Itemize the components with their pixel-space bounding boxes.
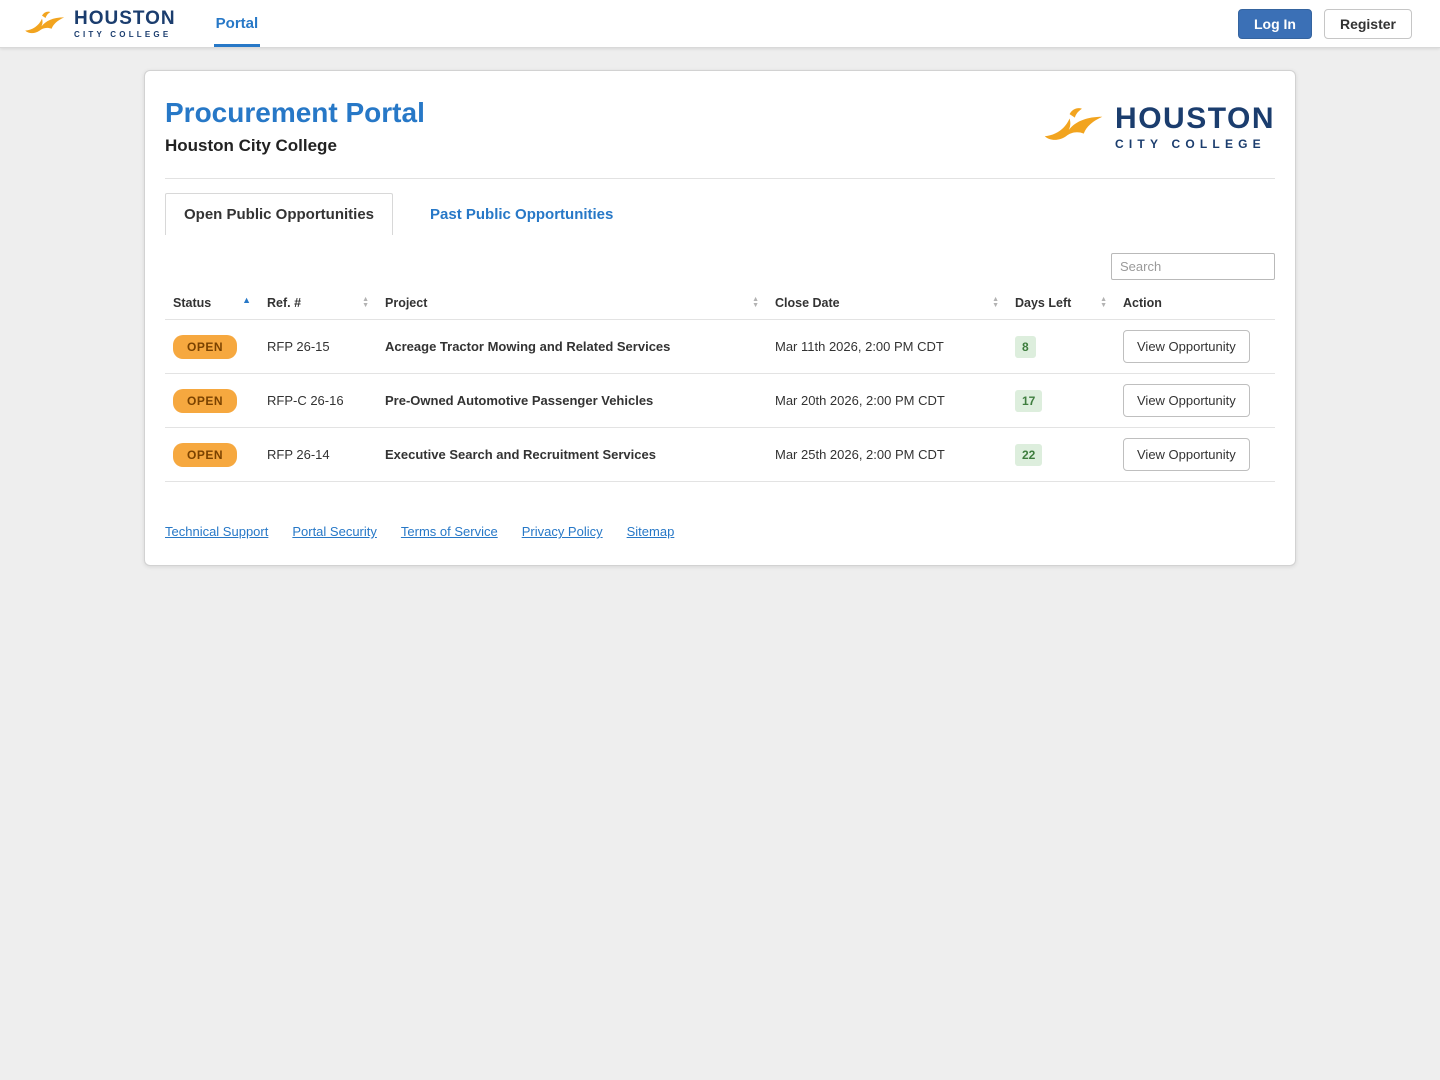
close-date: Mar 11th 2026, 2:00 PM CDT	[775, 339, 944, 354]
privacy-policy-link[interactable]: Privacy Policy	[522, 524, 603, 539]
page-subtitle: Houston City College	[165, 136, 337, 155]
status-badge: OPEN	[173, 334, 238, 359]
column-label: Ref. #	[267, 296, 302, 310]
topbar-logo[interactable]: HOUSTON CITY COLLEGE	[24, 0, 176, 47]
ref-number: RFP 26-15	[267, 339, 330, 354]
table-row: OPEN RFP 26-15 Acreage Tractor Mowing an…	[165, 319, 1275, 374]
sort-icon[interactable]: ▲ ▼	[752, 296, 759, 309]
column-label: Days Left	[1015, 296, 1072, 310]
tab-open-public-opportunities[interactable]: Open Public Opportunities	[165, 193, 394, 235]
register-button[interactable]: Register	[1323, 8, 1412, 39]
card-logo: HOUSTON CITY COLLEGE	[1043, 101, 1275, 151]
view-opportunity-button[interactable]: View Opportunity	[1123, 330, 1250, 363]
procurement-portal-card: Procurement Portal Houston City College …	[144, 70, 1296, 566]
project-name: Executive Search and Recruitment Service…	[385, 447, 656, 462]
status-badge: OPEN	[173, 442, 238, 467]
project-name: Acreage Tractor Mowing and Related Servi…	[385, 339, 671, 354]
ref-number: RFP-C 26-16	[267, 393, 344, 408]
days-left-badge: 22	[1015, 443, 1043, 466]
close-date: Mar 25th 2026, 2:00 PM CDT	[775, 447, 945, 462]
sort-icon[interactable]: ▲ ▼	[362, 296, 369, 309]
days-left-badge: 17	[1015, 389, 1043, 412]
column-label: Action	[1123, 296, 1162, 310]
search-input[interactable]	[1111, 253, 1275, 280]
column-header-days-left[interactable]: Days Left ▲ ▼	[1007, 288, 1115, 320]
eagle-logo-icon	[24, 10, 66, 38]
topbar-brand-text: HOUSTON CITY COLLEGE	[74, 9, 176, 39]
auth-buttons: Log In Register	[1237, 0, 1412, 47]
terms-of-service-link[interactable]: Terms of Service	[401, 524, 498, 539]
sort-icon[interactable]: ▲ ▼	[992, 296, 999, 309]
column-header-ref[interactable]: Ref. # ▲ ▼	[259, 288, 377, 320]
tab-past-public-opportunities[interactable]: Past Public Opportunities	[411, 193, 633, 235]
nav-portal-link[interactable]: Portal	[213, 3, 261, 47]
search-row	[165, 253, 1275, 280]
project-name: Pre-Owned Automotive Passenger Vehicles	[385, 393, 654, 408]
brand-tagline: CITY COLLEGE	[74, 29, 172, 39]
opportunities-table: Status ▲ Ref. # ▲ ▼ Project ▲ ▼ Close Da…	[165, 288, 1275, 482]
table-row: OPEN RFP-C 26-16 Pre-Owned Automotive Pa…	[165, 373, 1275, 428]
top-navigation: Portal	[213, 0, 261, 47]
title-block: Procurement Portal Houston City College	[165, 97, 425, 156]
view-opportunity-button[interactable]: View Opportunity	[1123, 384, 1250, 417]
table-header-row: Status ▲ Ref. # ▲ ▼ Project ▲ ▼ Close Da…	[165, 288, 1275, 320]
card-brand-text: HOUSTON CITY COLLEGE	[1115, 101, 1275, 151]
topbar: HOUSTON CITY COLLEGE Portal Log In Regis…	[0, 0, 1440, 48]
column-label: Status	[173, 296, 212, 310]
close-date: Mar 20th 2026, 2:00 PM CDT	[775, 393, 945, 408]
opportunity-tabs: Open Public Opportunities Past Public Op…	[165, 193, 1275, 235]
sort-ascending-icon[interactable]: ▲	[242, 296, 251, 305]
sitemap-link[interactable]: Sitemap	[627, 524, 675, 539]
ref-number: RFP 26-14	[267, 447, 330, 462]
column-label: Project	[385, 296, 428, 310]
footer-links: Technical Support Portal Security Terms …	[165, 524, 1275, 539]
brand-tagline: CITY COLLEGE	[1115, 136, 1266, 151]
login-button[interactable]: Log In	[1237, 8, 1312, 39]
column-header-close-date[interactable]: Close Date ▲ ▼	[767, 288, 1007, 320]
eagle-logo-icon	[1043, 106, 1105, 147]
table-row: OPEN RFP 26-14 Executive Search and Recr…	[165, 427, 1275, 482]
days-left-badge: 8	[1015, 335, 1036, 358]
sort-icon[interactable]: ▲ ▼	[1100, 296, 1107, 309]
page-title: Procurement Portal	[165, 97, 425, 128]
column-header-project[interactable]: Project ▲ ▼	[377, 288, 767, 320]
technical-support-link[interactable]: Technical Support	[165, 524, 268, 539]
card-header: Procurement Portal Houston City College …	[165, 95, 1275, 179]
brand-name: HOUSTON	[74, 7, 176, 29]
column-header-action: Action	[1115, 288, 1275, 320]
column-label: Close Date	[775, 296, 840, 310]
brand-name: HOUSTON	[1115, 101, 1275, 135]
column-header-status[interactable]: Status ▲	[165, 288, 259, 320]
status-badge: OPEN	[173, 388, 238, 413]
view-opportunity-button[interactable]: View Opportunity	[1123, 438, 1250, 471]
portal-security-link[interactable]: Portal Security	[292, 524, 377, 539]
